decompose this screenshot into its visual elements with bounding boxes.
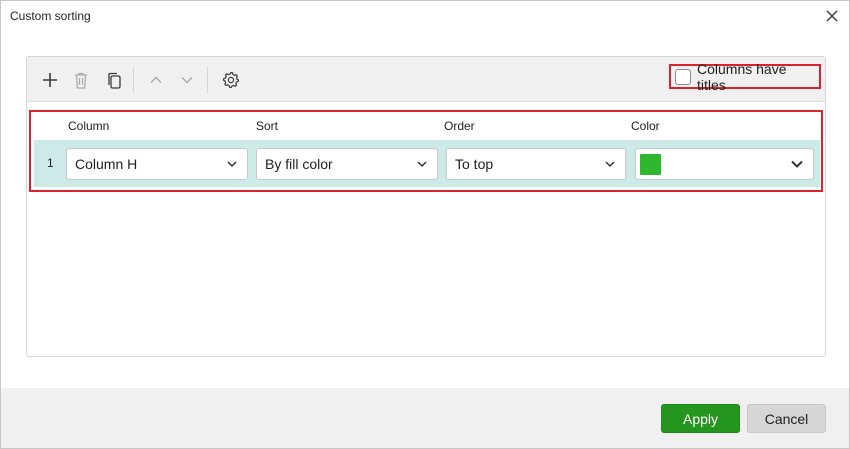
toolbar-separator	[207, 67, 208, 93]
header-order: Order	[444, 119, 475, 133]
columns-have-titles-label: Columns have titles	[696, 60, 787, 93]
color-select[interactable]	[635, 148, 814, 180]
columns-have-titles-checkbox[interactable]	[675, 68, 691, 85]
header-color: Color	[631, 119, 660, 133]
add-level-button[interactable]	[38, 68, 62, 92]
chevron-down-icon	[181, 77, 193, 84]
move-down-button[interactable]	[175, 68, 199, 92]
toolbar: Columns have titles	[27, 57, 825, 102]
chevron-down-icon	[605, 161, 615, 168]
row-number: 1	[47, 156, 54, 170]
sort-rules-list: Column Sort Order Color 1 Column H By fi…	[29, 110, 823, 192]
color-swatch	[640, 153, 661, 175]
trash-icon	[75, 72, 87, 89]
columns-have-titles-toggle[interactable]: Columns have titles	[669, 61, 821, 93]
custom-sorting-dialog: Custom sorting Columns have titles Colum…	[0, 0, 850, 449]
header-column: Column	[68, 119, 110, 133]
copy-icon	[108, 72, 121, 89]
toolbar-separator	[133, 67, 134, 93]
close-icon	[826, 10, 838, 22]
move-up-button[interactable]	[144, 68, 168, 92]
column-select[interactable]: Column H	[66, 148, 248, 180]
order-select-value: To top	[455, 156, 494, 172]
dialog-footer: Apply Cancel	[1, 388, 849, 448]
column-select-value: Column H	[75, 156, 138, 172]
close-button[interactable]	[821, 5, 843, 27]
chevron-down-icon	[417, 161, 427, 168]
chevron-down-icon	[227, 161, 237, 168]
sort-select[interactable]: By fill color	[256, 148, 438, 180]
chevron-down-icon	[791, 160, 803, 168]
titlebar: Custom sorting	[1, 1, 849, 33]
gear-icon	[222, 71, 240, 89]
cancel-button[interactable]: Cancel	[747, 404, 826, 433]
delete-level-button[interactable]	[69, 68, 93, 92]
sort-select-value: By fill color	[265, 156, 333, 172]
header-sort: Sort	[256, 119, 279, 133]
sort-rules-panel: Columns have titles Column Sort Order Co…	[26, 56, 826, 357]
plus-icon	[43, 73, 57, 87]
window-title: Custom sorting	[10, 9, 91, 23]
order-select[interactable]: To top	[446, 148, 626, 180]
sort-rule-row[interactable]: 1 Column H By fill color To top	[34, 140, 820, 187]
chevron-up-icon	[150, 76, 162, 83]
copy-level-button[interactable]	[102, 68, 126, 92]
apply-button[interactable]: Apply	[661, 404, 740, 433]
options-button[interactable]	[219, 68, 243, 92]
